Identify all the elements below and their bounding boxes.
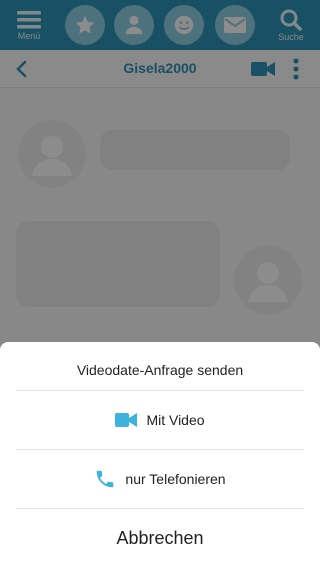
phone-icon xyxy=(94,468,116,490)
option-phone-only-label: nur Telefonieren xyxy=(125,471,226,487)
videodate-action-sheet: Videodate-Anfrage senden Mit Video nur T… xyxy=(0,342,320,568)
divider xyxy=(16,508,304,509)
action-sheet-title: Videodate-Anfrage senden xyxy=(76,362,244,378)
video-camera-icon xyxy=(115,409,138,431)
option-with-video[interactable]: Mit Video xyxy=(0,391,320,449)
option-with-video-label: Mit Video xyxy=(146,412,205,428)
cancel-button[interactable]: Abbrechen xyxy=(0,510,320,566)
option-phone-only[interactable]: nur Telefonieren xyxy=(0,450,320,508)
